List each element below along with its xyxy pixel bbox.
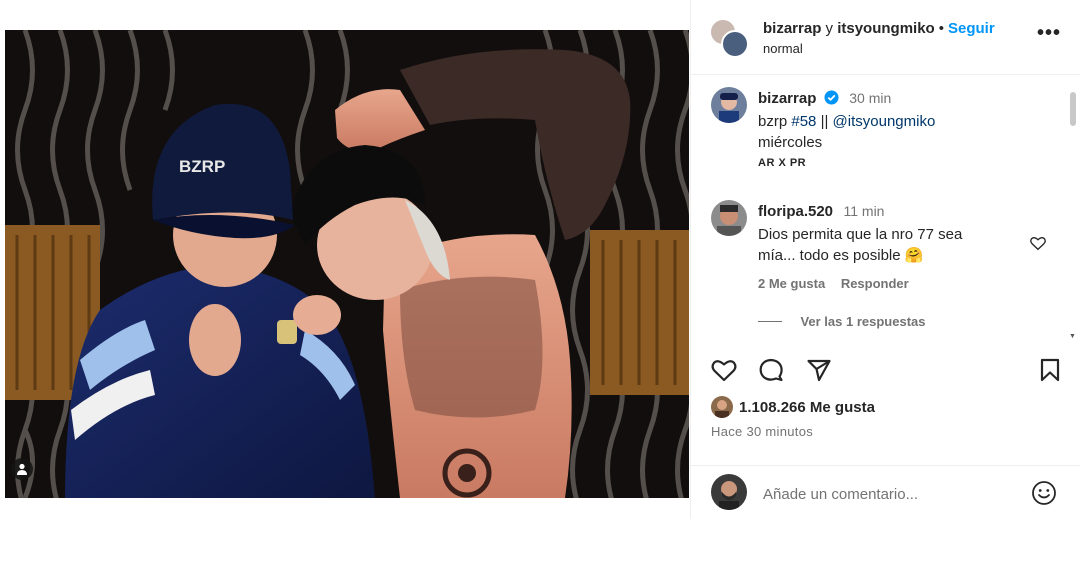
caption-divider: || [820,113,829,130]
view-replies[interactable]: Ver las 1 respuestas [758,313,925,331]
likes-row[interactable]: 1.108.266 Me gusta [711,396,875,418]
verified-badge-icon [824,90,839,105]
post-header: bizarrap y itsyoungmiko • Seguir normal ••… [691,0,1080,75]
author-1-link[interactable]: bizarrap [763,20,821,37]
author-conjunction: y [825,20,834,37]
caption-avatar[interactable] [711,87,747,123]
liker-avatar[interactable] [711,396,733,418]
scroll-thumb[interactable] [1070,92,1076,126]
replies-line [758,321,782,323]
comment-meta: 2 Me gusta Responder [758,276,909,291]
separator-dot: • [938,20,944,37]
author-line: bizarrap y itsyoungmiko • Seguir [763,20,995,37]
caption-line2: miércoles [758,134,823,151]
smiley-icon[interactable] [1031,480,1057,506]
follow-button[interactable]: Seguir [948,20,995,37]
more-options-label: ••• [1036,22,1061,44]
comment-head: floripa.520 11 min [758,203,884,221]
view-replies-label: Ver las 1 respuestas [800,314,926,329]
caption-time: 30 min [849,90,892,106]
post-actions [691,352,1080,392]
current-user-avatar[interactable] [711,474,747,510]
caption-text: bzrp #58 || @itsyoungmiko [758,111,935,132]
author-2-link[interactable]: itsyoungmiko [837,20,935,37]
scroll-down-arrow-icon[interactable]: ▼ [1069,333,1076,340]
comment-icon[interactable] [757,356,785,384]
share-icon[interactable] [805,356,833,384]
post-side-panel: bizarrap y itsyoungmiko • Seguir normal ••… [690,0,1080,519]
caption-mention[interactable]: @itsyoungmiko [833,113,936,130]
more-options-icon[interactable]: ••• [1037,23,1061,43]
reply-button[interactable]: Responder [841,276,909,291]
comment-like-icon[interactable] [1029,234,1047,252]
post-image: BZRP [5,30,689,498]
post-photo[interactable]: BZRP [5,30,689,498]
user-tag-icon[interactable] [11,458,33,480]
comment-time: 11 min [843,203,885,219]
comment-username[interactable]: floripa.520 [758,203,833,220]
add-comment-input[interactable]: Añade un comentario... [763,486,918,503]
post-timestamp: Hace 30 minutos [711,424,814,439]
likes-count[interactable]: 1.108.266 Me gusta [739,399,875,416]
add-comment-bar: Añade un comentario... [691,465,1080,520]
comment-text-line2: mía... todo es posible [758,247,901,264]
comments-list[interactable]: bizarrap 30 min bzrp #58 || @itsyoungmik… [691,75,1069,341]
comment-likes[interactable]: 2 Me gusta [758,276,825,291]
bookmark-icon[interactable] [1036,356,1064,384]
caption-line3: AR X PR [758,157,807,169]
comments-scrollbar[interactable]: ▼ [1069,80,1077,340]
caption-hashtag[interactable]: #58 [791,113,816,130]
hugging-emoji-icon: 🤗 [904,247,924,264]
heart-icon[interactable] [710,356,738,384]
cap-text: BZRP [179,157,225,176]
avatar-itsyoungmiko[interactable] [721,30,749,58]
comment-avatar[interactable] [711,200,747,236]
comment-text-line2-wrap: mía... todo es posible 🤗 [758,245,923,266]
comment-item: floripa.520 11 min Dios permita que la n… [691,200,1069,335]
audio-label[interactable]: normal [763,41,803,56]
author-avatars[interactable] [709,18,749,58]
caption-prefix: bzrp [758,113,788,130]
caption-head: bizarrap 30 min [758,90,891,108]
comment-text-line1: Dios permita que la nro 77 sea [758,226,963,243]
caption-item: bizarrap 30 min bzrp #58 || @itsyoungmik… [691,87,1069,177]
caption-username[interactable]: bizarrap [758,90,816,107]
